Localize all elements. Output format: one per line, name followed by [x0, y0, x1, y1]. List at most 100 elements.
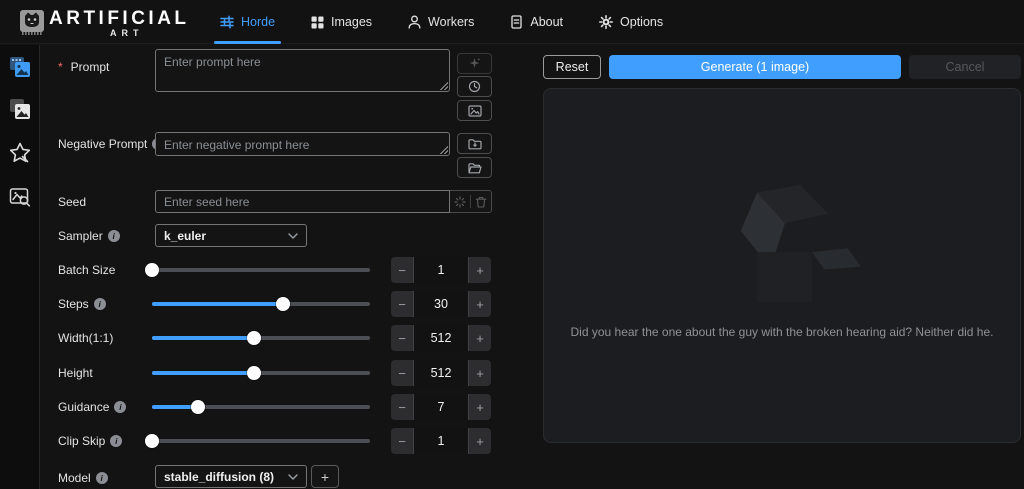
increment-button[interactable] — [469, 360, 491, 386]
slider-handle[interactable] — [145, 434, 159, 448]
decrement-button[interactable] — [391, 394, 413, 420]
prompt-history-button[interactable] — [457, 76, 492, 97]
sampler-select[interactable]: k_euler — [155, 224, 307, 247]
clip-skip-stepper: 1 — [391, 428, 491, 454]
increment-button[interactable] — [469, 291, 491, 317]
image-icon — [468, 105, 482, 117]
width-slider[interactable] — [152, 336, 370, 340]
images-stack-icon[interactable] — [8, 55, 32, 79]
star-icon[interactable] — [8, 141, 32, 165]
tune-icon — [220, 15, 234, 29]
clip-skip-row: Clip Skip 1 — [0, 427, 505, 455]
slider-handle[interactable] — [247, 366, 261, 380]
stepper-value[interactable]: 7 — [413, 394, 469, 420]
tab-workers[interactable]: Workers — [402, 0, 480, 44]
tab-label: Horde — [241, 15, 275, 29]
steps-label: Steps — [58, 297, 106, 311]
negative-prompt-field-wrap — [155, 132, 450, 156]
tab-images[interactable]: Images — [305, 0, 378, 44]
model-select[interactable]: stable_diffusion (8) — [155, 465, 307, 488]
prompt-from-image-button[interactable] — [457, 100, 492, 121]
stepper-value[interactable]: 512 — [413, 325, 469, 351]
trash-icon[interactable] — [475, 196, 487, 208]
slider-handle[interactable] — [247, 331, 261, 345]
negative-prompt-input[interactable] — [155, 132, 450, 156]
tab-horde[interactable]: Horde — [214, 0, 281, 44]
decrement-button[interactable] — [391, 428, 413, 454]
nav-tabs: Horde Images Workers About — [214, 0, 669, 44]
slider-fill — [152, 302, 283, 306]
tab-label: Workers — [428, 15, 474, 29]
slider-handle[interactable] — [145, 263, 159, 277]
generate-button[interactable]: Generate (1 image) — [609, 55, 901, 79]
increment-button[interactable] — [469, 325, 491, 351]
steps-stepper: 30 — [391, 291, 491, 317]
decrement-button[interactable] — [391, 257, 413, 283]
info-icon[interactable] — [110, 435, 122, 447]
info-icon[interactable] — [114, 401, 126, 413]
guidance-slider[interactable] — [152, 405, 370, 409]
image-search-icon[interactable] — [8, 185, 32, 209]
increment-button[interactable] — [469, 257, 491, 283]
app-subtitle: ART — [110, 28, 144, 38]
slider-handle[interactable] — [276, 297, 290, 311]
guidance-stepper: 7 — [391, 394, 491, 420]
clip-skip-label: Clip Skip — [58, 434, 122, 448]
load-prompt-button[interactable] — [457, 157, 492, 178]
stepper-value[interactable]: 512 — [413, 360, 469, 386]
slider-fill — [152, 371, 254, 375]
seed-buttons — [450, 190, 492, 213]
stepper-value[interactable]: 1 — [413, 428, 469, 454]
sampler-label: Sampler — [58, 229, 120, 243]
document-icon — [510, 15, 523, 29]
add-model-button[interactable] — [311, 465, 339, 488]
height-slider[interactable] — [152, 371, 370, 375]
increment-button[interactable] — [469, 428, 491, 454]
slider-fill — [152, 336, 254, 340]
person-icon — [408, 15, 421, 29]
seed-field-group — [155, 190, 492, 213]
empty-state-message: Did you hear the one about the guy with … — [544, 325, 1020, 339]
prompt-label: * Prompt — [58, 60, 109, 74]
slider-handle[interactable] — [191, 400, 205, 414]
increment-button[interactable] — [469, 394, 491, 420]
model-value: stable_diffusion (8) — [164, 470, 274, 484]
decrement-button[interactable] — [391, 360, 413, 386]
seed-input[interactable] — [155, 190, 450, 213]
decrement-button[interactable] — [391, 291, 413, 317]
tab-about[interactable]: About — [504, 0, 569, 44]
prompt-input[interactable] — [155, 49, 450, 92]
clip-skip-slider[interactable] — [152, 439, 370, 443]
negative-prompt-label: Negative Prompt — [58, 137, 164, 151]
reset-button[interactable]: Reset — [543, 55, 601, 79]
app-title: ARTIFICIAL — [49, 8, 190, 30]
cat-chip-icon — [17, 7, 47, 37]
batch-size-slider[interactable] — [152, 268, 370, 272]
history-clock-icon — [468, 80, 481, 93]
images-alt-icon[interactable] — [8, 97, 32, 121]
steps-slider[interactable] — [152, 302, 370, 306]
width-label: Width(1:1) — [58, 331, 113, 345]
info-icon[interactable] — [94, 298, 106, 310]
tab-options[interactable]: Options — [593, 0, 669, 44]
info-icon[interactable] — [108, 230, 120, 242]
folder-open-icon — [468, 162, 482, 174]
save-prompt-button[interactable] — [457, 133, 492, 154]
magic-wand-button[interactable] — [457, 53, 492, 74]
result-panel: Did you hear the one about the guy with … — [543, 88, 1021, 443]
top-navbar: ARTIFICIAL ART Horde Images Worke — [0, 0, 1024, 44]
stepper-value[interactable]: 1 — [413, 257, 469, 283]
steps-row: Steps 30 — [0, 290, 505, 318]
randomize-icon[interactable] — [454, 196, 466, 208]
cancel-button[interactable]: Cancel — [909, 55, 1021, 79]
prompt-field-wrap — [155, 49, 450, 92]
height-stepper: 512 — [391, 360, 491, 386]
info-icon[interactable] — [96, 472, 108, 484]
height-label: Height — [58, 366, 93, 380]
empty-box-icon — [704, 181, 874, 306]
decrement-button[interactable] — [391, 325, 413, 351]
magic-wand-icon — [468, 57, 481, 70]
folder-save-icon — [468, 138, 482, 150]
stepper-value[interactable]: 30 — [413, 291, 469, 317]
batch-size-label: Batch Size — [58, 263, 115, 277]
